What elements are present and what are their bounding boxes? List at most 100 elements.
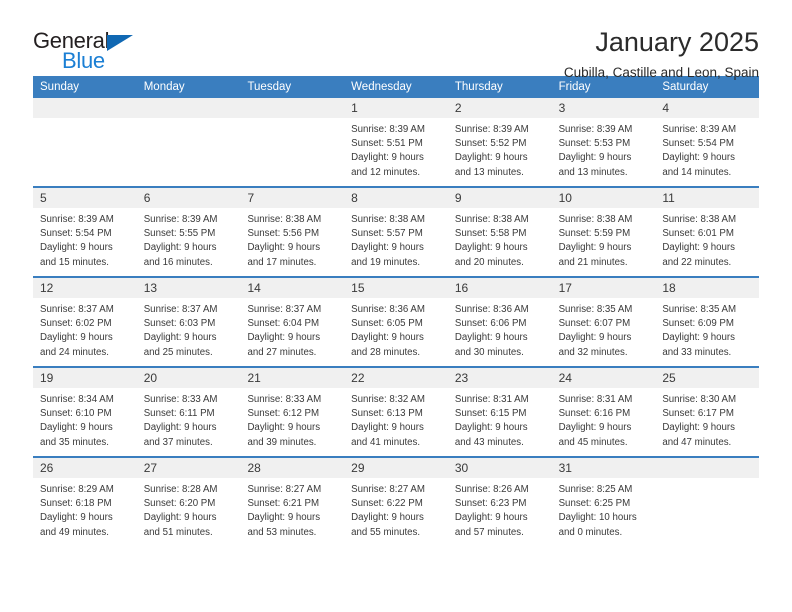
daylight-text: Daylight: 9 hours [143, 332, 217, 344]
calendar-day-cell[interactable]: 25 Sunrise: 8:30 AM Sunset: 6:17 PM Dayligh… [655, 368, 760, 456]
page-subtitle: Cubilla, Castille and Leon, Spain [563, 65, 759, 81]
calendar-grid: Sunday Monday Tuesday Wednesday Thursday Frid… [33, 76, 760, 546]
sunrise-text: Sunrise: 8:39 AM [558, 124, 633, 135]
daylight-text: and 55 minutes. [351, 526, 421, 538]
daylight-text: Daylight: 9 hours [558, 422, 632, 434]
sunrise-text: Sunrise: 8:39 AM [40, 214, 114, 225]
calendar-day-cell[interactable]: 26 Sunrise: 8:29 AM Sunset: 6:18 PM Dayligh… [33, 458, 137, 546]
day-details: Sunrise: 8:39 AM Sunset: 5:52 PM Daylight:… [448, 118, 552, 180]
calendar-day-cell[interactable]: 3 Sunrise: 8:39 AM Sunset: 5:53 PM Daylight… [551, 98, 656, 186]
calendar-day-cell[interactable]: 22 Sunrise: 8:32 AM Sunset: 6:13 PM Dayligh… [344, 368, 448, 456]
sunrise-text: Sunrise: 8:39 AM [454, 124, 529, 135]
daylight-text: and 33 minutes. [662, 346, 732, 358]
daylight-text: Daylight: 10 hours [558, 512, 637, 524]
day-details: Sunrise: 8:37 AM Sunset: 6:02 PM Daylight:… [33, 298, 137, 360]
day-details: Sunrise: 8:38 AM Sunset: 5:56 PM Daylight:… [240, 208, 344, 270]
calendar-day-cell[interactable]: 8 Sunrise: 8:38 AM Sunset: 5:57 PM Daylight… [344, 188, 448, 276]
daylight-text: Daylight: 9 hours [351, 332, 424, 344]
calendar-day-cell[interactable]: 13 Sunrise: 8:37 AM Sunset: 6:03 PM Dayligh… [136, 278, 241, 366]
day-details: Sunrise: 8:29 AM Sunset: 6:18 PM Daylight:… [33, 478, 137, 540]
daylight-text: and 25 minutes. [143, 346, 213, 358]
sunset-text: Sunset: 6:22 PM [351, 498, 423, 510]
day-details: Sunrise: 8:38 AM Sunset: 5:57 PM Daylight:… [344, 208, 448, 270]
day-number: 19 [33, 368, 137, 388]
daylight-text: Daylight: 9 hours [40, 332, 113, 344]
daylight-text: Daylight: 9 hours [351, 242, 424, 254]
sunset-text: Sunset: 6:03 PM [143, 318, 216, 330]
sunrise-text: Sunrise: 8:35 AM [662, 304, 737, 315]
sunrise-text: Sunrise: 8:37 AM [40, 304, 114, 315]
calendar-day-cell[interactable]: 23 Sunrise: 8:31 AM Sunset: 6:15 PM Dayligh… [447, 368, 552, 456]
calendar-day-cell[interactable]: 19 Sunrise: 8:34 AM Sunset: 6:10 PM Dayligh… [33, 368, 137, 456]
calendar-day-cell[interactable]: 18 Sunrise: 8:35 AM Sunset: 6:09 PM Dayligh… [655, 278, 760, 366]
daylight-text: Daylight: 9 hours [143, 512, 217, 524]
sunset-text: Sunset: 5:54 PM [40, 228, 112, 240]
day-details: Sunrise: 8:31 AM Sunset: 6:16 PM Daylight:… [552, 388, 656, 450]
daylight-text: Daylight: 9 hours [40, 422, 113, 434]
daylight-text: and 35 minutes. [40, 436, 109, 448]
sunset-text: Sunset: 6:23 PM [454, 498, 527, 510]
calendar-day-cell[interactable]: 16 Sunrise: 8:36 AM Sunset: 6:06 PM Dayligh… [447, 278, 552, 366]
day-details: Sunrise: 8:39 AM Sunset: 5:51 PM Daylight:… [344, 118, 448, 180]
day-number: 21 [240, 368, 345, 388]
sunrise-text: Sunrise: 8:38 AM [247, 214, 322, 225]
daylight-text: Daylight: 9 hours [454, 512, 528, 524]
calendar-day-cell[interactable]: 28 Sunrise: 8:27 AM Sunset: 6:21 PM Dayligh… [240, 458, 345, 546]
sunset-text: Sunset: 5:55 PM [143, 228, 216, 240]
calendar-day-cell[interactable]: 1 Sunrise: 8:39 AM Sunset: 5:51 PM Daylight… [344, 98, 448, 186]
sunrise-text: Sunrise: 8:37 AM [247, 304, 322, 315]
sunset-text: Sunset: 6:25 PM [558, 498, 631, 510]
daylight-text: Daylight: 9 hours [558, 242, 632, 254]
daylight-text: and 16 minutes. [143, 256, 213, 268]
calendar-day-cell[interactable]: 20 Sunrise: 8:33 AM Sunset: 6:11 PM Dayligh… [136, 368, 241, 456]
sunset-text: Sunset: 6:01 PM [662, 228, 734, 240]
day-number: 18 [655, 278, 760, 298]
day-number [136, 98, 241, 118]
blue-triangle-icon [107, 35, 133, 51]
day-details: Sunrise: 8:39 AM Sunset: 5:54 PM Daylight:… [655, 118, 759, 180]
day-number: 26 [33, 458, 137, 478]
calendar-day-cell[interactable]: 12 Sunrise: 8:37 AM Sunset: 6:02 PM Dayligh… [33, 278, 137, 366]
day-details: Sunrise: 8:35 AM Sunset: 6:09 PM Daylight:… [655, 298, 759, 360]
calendar-day-cell[interactable]: 31 Sunrise: 8:25 AM Sunset: 6:25 PM Dayligh… [551, 458, 656, 546]
calendar-day-cell[interactable]: 14 Sunrise: 8:37 AM Sunset: 6:04 PM Dayligh… [240, 278, 345, 366]
day-number: 16 [447, 278, 552, 298]
day-details: Sunrise: 8:36 AM Sunset: 6:06 PM Daylight:… [448, 298, 552, 360]
day-details: Sunrise: 8:31 AM Sunset: 6:15 PM Daylight:… [448, 388, 552, 450]
calendar-day-cell[interactable]: 29 Sunrise: 8:27 AM Sunset: 6:22 PM Dayligh… [344, 458, 448, 546]
calendar-day-cell[interactable]: 9 Sunrise: 8:38 AM Sunset: 5:58 PM Daylight… [447, 188, 552, 276]
daylight-text: and 15 minutes. [40, 256, 109, 268]
calendar-day-cell[interactable]: 30 Sunrise: 8:26 AM Sunset: 6:23 PM Dayligh… [447, 458, 552, 546]
sunrise-text: Sunrise: 8:27 AM [351, 484, 425, 495]
calendar-day-cell[interactable]: 6 Sunrise: 8:39 AM Sunset: 5:55 PM Daylight… [136, 188, 241, 276]
day-number: 2 [447, 98, 552, 118]
calendar-day-cell[interactable]: 7 Sunrise: 8:38 AM Sunset: 5:56 PM Daylight… [240, 188, 345, 276]
general-blue-logo[interactable]: General Blue [33, 28, 153, 80]
calendar-day-cell[interactable]: 15 Sunrise: 8:36 AM Sunset: 6:05 PM Dayligh… [344, 278, 448, 366]
calendar-day-cell[interactable]: 5 Sunrise: 8:39 AM Sunset: 5:54 PM Daylight… [33, 188, 137, 276]
sunset-text: Sunset: 6:06 PM [454, 318, 527, 330]
calendar-day-cell[interactable]: 2 Sunrise: 8:39 AM Sunset: 5:52 PM Daylight… [447, 98, 552, 186]
day-number: 8 [344, 188, 448, 208]
calendar-day-cell[interactable]: 4 Sunrise: 8:39 AM Sunset: 5:54 PM Daylight… [655, 98, 760, 186]
day-number: 24 [551, 368, 656, 388]
daylight-text: and 43 minutes. [454, 436, 524, 448]
day-number: 23 [447, 368, 552, 388]
daylight-text: Daylight: 9 hours [558, 152, 632, 164]
day-details: Sunrise: 8:33 AM Sunset: 6:11 PM Daylight:… [137, 388, 241, 450]
daylight-text: and 13 minutes. [558, 166, 628, 178]
calendar-day-cell[interactable]: 24 Sunrise: 8:31 AM Sunset: 6:16 PM Dayligh… [551, 368, 656, 456]
daylight-text: and 51 minutes. [143, 526, 213, 538]
day-details: Sunrise: 8:36 AM Sunset: 6:05 PM Daylight:… [344, 298, 448, 360]
calendar-day-cell[interactable]: 17 Sunrise: 8:35 AM Sunset: 6:07 PM Dayligh… [551, 278, 656, 366]
sunset-text: Sunset: 6:20 PM [143, 498, 216, 510]
day-details [33, 118, 137, 123]
day-details: Sunrise: 8:32 AM Sunset: 6:13 PM Daylight:… [344, 388, 448, 450]
calendar-day-cell[interactable]: 27 Sunrise: 8:28 AM Sunset: 6:20 PM Dayligh… [136, 458, 241, 546]
day-number: 6 [136, 188, 241, 208]
sunrise-text: Sunrise: 8:32 AM [351, 394, 425, 405]
calendar-day-cell-empty [136, 98, 241, 186]
calendar-day-cell[interactable]: 10 Sunrise: 8:38 AM Sunset: 5:59 PM Dayligh… [551, 188, 656, 276]
calendar-day-cell[interactable]: 21 Sunrise: 8:33 AM Sunset: 6:12 PM Dayligh… [240, 368, 345, 456]
calendar-day-cell[interactable]: 11 Sunrise: 8:38 AM Sunset: 6:01 PM Dayligh… [655, 188, 760, 276]
